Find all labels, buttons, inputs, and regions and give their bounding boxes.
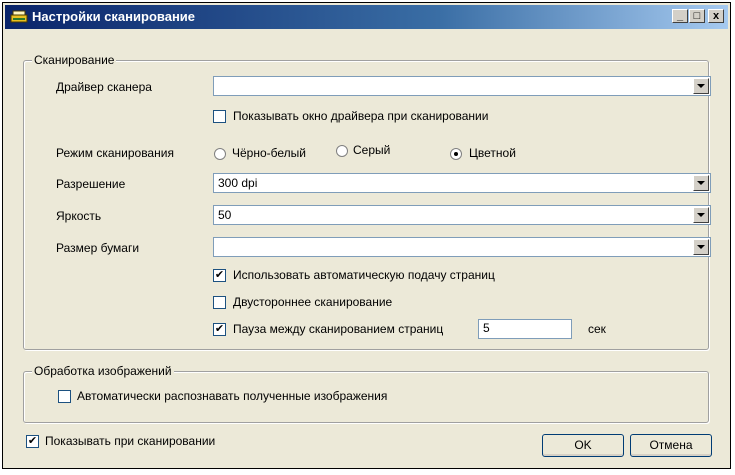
brightness-select[interactable]: 50 [213,205,711,225]
scanner-app-icon [10,10,28,23]
pause-checkbox[interactable]: ✔ [213,323,226,336]
chevron-down-icon[interactable] [693,239,709,255]
mode-gray-label: Серый [353,143,391,157]
mode-label: Режим сканирования [56,146,174,160]
driver-select[interactable] [213,76,711,96]
scanning-group-label: Сканирование [32,53,117,67]
chevron-down-icon[interactable] [693,207,709,223]
show-when-scanning-label: Показывать при сканировании [45,434,216,448]
duplex-label: Двустороннее сканирование [233,295,393,309]
pause-label: Пауза между сканированием страниц [233,322,444,336]
processing-group-label: Обработка изображений [32,364,174,378]
mode-bw-radio[interactable] [214,148,226,160]
maximize-button[interactable]: □ [689,9,705,23]
paper-label: Размер бумаги [56,241,140,255]
duplex-checkbox[interactable] [213,296,226,309]
close-button[interactable]: x [708,9,724,23]
show-driver-window-label: Показывать окно драйвера при сканировани… [233,109,489,123]
brightness-value: 50 [218,208,232,222]
ok-button[interactable]: OK [542,434,624,457]
pause-seconds-input[interactable]: 5 [478,319,572,339]
resolution-select[interactable]: 300 dpi [213,173,711,193]
title-bar[interactable]: Настройки сканирование _ □ x [5,5,728,29]
auto-feed-label: Использовать автоматическую подачу стран… [233,268,495,282]
resolution-value: 300 dpi [218,176,258,190]
chevron-down-icon[interactable] [693,78,709,94]
show-when-scanning-checkbox[interactable]: ✔ [26,435,39,448]
driver-label: Драйвер сканера [56,80,152,94]
auto-recognize-label: Автоматически распознавать полученные из… [77,389,388,403]
mode-gray-radio[interactable] [336,145,348,157]
resolution-label: Разрешение [56,177,126,191]
mode-bw-label: Чёрно-белый [232,146,306,160]
mode-color-radio[interactable] [450,148,462,160]
auto-feed-checkbox[interactable]: ✔ [213,269,226,282]
chevron-down-icon[interactable] [693,175,709,191]
auto-recognize-checkbox[interactable] [58,390,71,403]
pause-unit-label: сек [588,322,606,336]
brightness-label: Яркость [56,209,102,223]
cancel-button[interactable]: Отмена [630,434,712,457]
minimize-button[interactable]: _ [672,9,688,23]
show-driver-window-checkbox[interactable] [213,110,226,123]
window-title: Настройки сканирование [32,9,196,24]
settings-dialog: Настройки сканирование _ □ x Сканировани… [2,2,731,469]
mode-color-label: Цветной [469,146,516,160]
paper-select[interactable] [213,237,711,257]
